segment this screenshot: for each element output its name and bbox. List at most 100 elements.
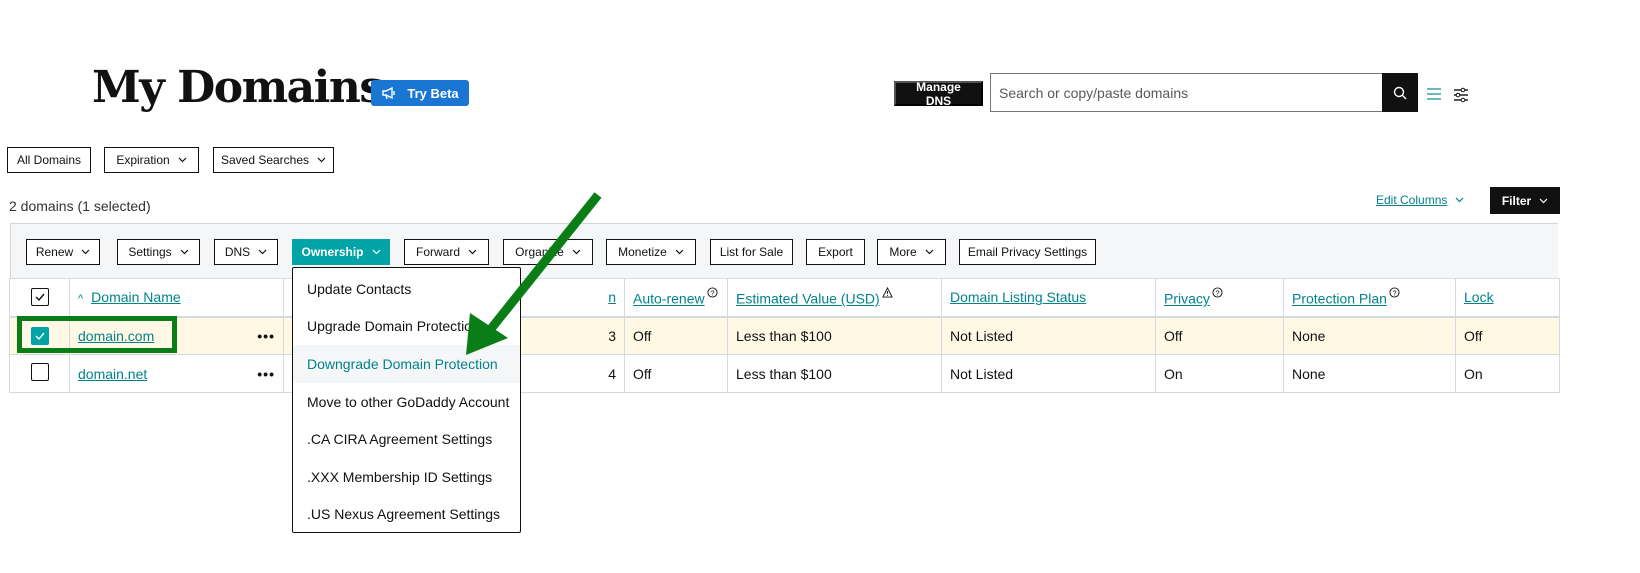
menu-item-us-nexus[interactable]: .US Nexus Agreement Settings: [293, 496, 520, 534]
forward-button[interactable]: Forward: [404, 239, 489, 265]
try-beta-label: Try Beta: [407, 85, 459, 101]
menu-item-ca-cira[interactable]: .CA CIRA Agreement Settings: [293, 420, 520, 458]
header-label: Estimated Value (USD): [736, 291, 880, 308]
row-menu-icon[interactable]: •••: [257, 328, 275, 344]
row-select-cell: [9, 316, 70, 355]
try-beta-button[interactable]: Try Beta: [371, 80, 469, 106]
header-domain-name[interactable]: ^ Domain Name: [69, 278, 284, 318]
button-label: DNS: [224, 245, 251, 259]
menu-item-update-contacts[interactable]: Update Contacts: [293, 270, 520, 308]
page-title: My Domains: [92, 62, 384, 113]
monetize-button[interactable]: Monetize: [606, 239, 696, 265]
chevron-down-icon: [372, 249, 380, 255]
megaphone-icon: [382, 86, 396, 100]
svg-text:?: ?: [1392, 289, 1396, 298]
button-label: Export: [818, 245, 853, 259]
sliders-icon[interactable]: [1453, 87, 1469, 103]
list-view-icon[interactable]: [1426, 87, 1442, 101]
sort-asc-icon: ^: [78, 293, 84, 306]
edit-columns-label: Edit Columns: [1376, 193, 1448, 207]
email-privacy-settings-button[interactable]: Email Privacy Settings: [959, 239, 1096, 265]
protection-plan-cell: None: [1283, 316, 1456, 355]
ownership-dropdown-menu: Update Contacts Upgrade Domain Protectio…: [292, 267, 521, 533]
lock-cell: Off: [1455, 316, 1560, 355]
settings-button[interactable]: Settings: [117, 239, 200, 265]
chevron-down-icon: [317, 157, 326, 163]
menu-item-downgrade-protection[interactable]: Downgrade Domain Protection: [293, 345, 520, 383]
listing-status-cell: Not Listed: [941, 316, 1156, 355]
button-label: Organize: [515, 245, 564, 259]
header-label: Domain Listing Status: [950, 289, 1087, 306]
warning-icon[interactable]: [881, 287, 893, 298]
table-header-row: ^ Domain Name n Auto-renew? Estimated Val…: [9, 278, 1560, 318]
row-checkbox[interactable]: [30, 363, 49, 381]
chevron-down-icon: [468, 249, 477, 255]
filter-button[interactable]: Filter: [1490, 187, 1560, 214]
help-icon[interactable]: ?: [1389, 287, 1400, 298]
chevron-down-icon: [925, 249, 934, 255]
chevron-down-icon: [572, 249, 581, 255]
tab-saved-searches[interactable]: Saved Searches: [213, 147, 334, 173]
button-label: Forward: [415, 245, 460, 259]
export-button[interactable]: Export: [806, 239, 865, 265]
organize-button[interactable]: Organize: [503, 239, 593, 265]
header-lock[interactable]: Lock: [1455, 278, 1560, 318]
listing-status-cell: Not Listed: [941, 354, 1156, 393]
header-listing-status[interactable]: Domain Listing Status: [941, 278, 1156, 318]
button-label: List for Sale: [719, 245, 784, 259]
svg-text:?: ?: [1215, 289, 1219, 298]
select-all-checkbox[interactable]: [30, 288, 49, 307]
search-button[interactable]: [1382, 73, 1418, 112]
button-label: Settings: [128, 245, 172, 259]
header-label: Lock: [1464, 289, 1494, 306]
menu-item-move-account[interactable]: Move to other GoDaddy Account: [293, 383, 520, 421]
chevron-down-icon: [258, 249, 267, 255]
ownership-button[interactable]: Ownership: [292, 239, 390, 265]
search-input[interactable]: [990, 73, 1382, 112]
table-row: domain.net ••• 4 Off Less than $100 Not L…: [9, 354, 1560, 393]
help-icon[interactable]: ?: [1212, 287, 1223, 298]
checkmark-icon: [35, 293, 45, 302]
domain-link[interactable]: domain.net: [78, 366, 147, 382]
domain-cell: domain.com •••: [69, 316, 284, 355]
checkmark-icon: [35, 332, 45, 340]
more-button[interactable]: More: [877, 239, 946, 265]
row-menu-icon[interactable]: •••: [257, 366, 275, 382]
dns-button[interactable]: DNS: [214, 239, 278, 265]
auto-renew-cell: Off: [624, 354, 728, 393]
header-label: Auto-renew: [633, 291, 705, 308]
header-label: Domain Name: [91, 289, 181, 306]
button-label: Email Privacy Settings: [967, 245, 1088, 259]
help-icon[interactable]: ?: [707, 287, 718, 298]
row-checkbox[interactable]: [30, 326, 49, 345]
domain-count: 2 domains (1 selected): [9, 198, 151, 214]
select-all-cell: [9, 278, 70, 318]
privacy-cell: On: [1155, 354, 1284, 393]
svg-text:?: ?: [710, 289, 714, 298]
lock-cell: On: [1455, 354, 1560, 393]
search-bar: [990, 73, 1418, 112]
edit-columns-link[interactable]: Edit Columns: [1376, 193, 1464, 207]
tab-label: Expiration: [116, 153, 170, 167]
chevron-down-icon: [180, 249, 189, 255]
header-estimated-value[interactable]: Estimated Value (USD): [727, 278, 942, 318]
tab-expiration[interactable]: Expiration: [104, 147, 199, 173]
button-label: Renew: [35, 245, 74, 259]
domain-cell: domain.net •••: [69, 354, 284, 393]
manage-dns-button[interactable]: Manage DNS: [894, 80, 983, 108]
domain-link[interactable]: domain.com: [78, 328, 154, 344]
estimated-value-cell: Less than $100: [727, 316, 942, 355]
chevron-down-icon: [1455, 197, 1464, 203]
header-privacy[interactable]: Privacy?: [1155, 278, 1284, 318]
menu-item-upgrade-protection[interactable]: Upgrade Domain Protection: [293, 308, 520, 346]
table-row: domain.com ••• 3 Off Less than $100 Not L…: [9, 316, 1560, 355]
header-auto-renew[interactable]: Auto-renew?: [624, 278, 728, 318]
renew-button[interactable]: Renew: [26, 239, 100, 265]
auto-renew-cell: Off: [624, 316, 728, 355]
estimated-value-cell: Less than $100: [727, 354, 942, 393]
tab-all-domains[interactable]: All Domains: [7, 147, 91, 173]
header-protection-plan[interactable]: Protection Plan?: [1283, 278, 1456, 318]
list-for-sale-button[interactable]: List for Sale: [710, 239, 793, 265]
menu-item-xxx-membership[interactable]: .XXX Membership ID Settings: [293, 458, 520, 496]
bulk-action-toolbar: Renew Settings DNS Ownership Forward Org…: [10, 223, 1558, 278]
